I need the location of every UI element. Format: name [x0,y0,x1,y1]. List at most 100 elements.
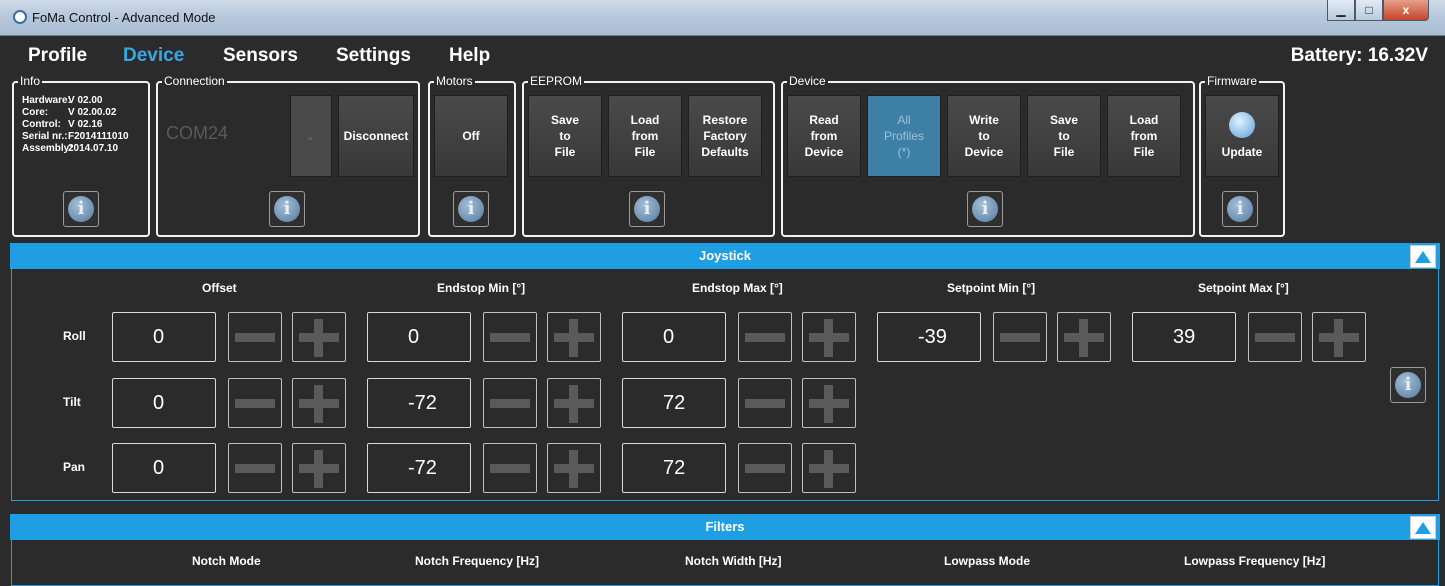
decrement-button[interactable] [483,378,537,428]
joystick-help-button[interactable]: i [1390,367,1426,403]
minus-icon [745,333,785,342]
minimize-button[interactable]: ▁ [1327,0,1355,21]
motors-toggle-button[interactable]: Off [434,95,508,177]
info-icon: i [1227,196,1253,222]
eeprom-group-title: EEPROM [528,74,585,88]
eeprom-help-button[interactable]: i [629,191,665,227]
main-frame: Profile Device Sensors Settings Help Bat… [10,37,1440,586]
increment-button[interactable] [547,312,601,362]
disconnect-button[interactable]: Disconnect [338,95,414,177]
port-dropdown-button[interactable]: ⌄ [290,95,332,177]
info-group-title: Info [18,74,43,88]
device-help-button[interactable]: i [967,191,1003,227]
plus-icon [314,319,323,357]
filters-section-header[interactable]: Filters [10,514,1440,540]
info-value: V 02.16 [68,119,103,130]
info-value: V 02.00 [68,95,103,106]
window-titlebar: FoMa Control - Advanced Mode ▁ □ x [0,0,1445,36]
increment-button[interactable] [1057,312,1111,362]
collapse-up-icon[interactable] [1410,516,1436,539]
joystick-column-header: Endstop Max [°] [692,281,783,295]
info-key: Control: [22,119,61,130]
firmware-update-button[interactable]: Update [1205,95,1279,177]
decrement-button[interactable] [228,312,282,362]
joystick-column-header: Setpoint Max [°] [1198,281,1289,295]
firmware-update-label: Update [1221,145,1263,159]
value-field[interactable]: 0 [367,312,471,362]
filters-panel: Notch Mode Notch Frequency [Hz] Notch Widt… [11,540,1439,586]
decrement-button[interactable] [228,443,282,493]
motors-group-title: Motors [434,74,475,88]
device-info-list: Hardware:V 02.00 Core: V 02.00.02 Control: V… [22,95,129,155]
device-load-button[interactable]: Load from File [1107,95,1181,177]
close-button[interactable]: x [1383,0,1429,21]
menu-device[interactable]: Device [123,45,184,67]
plus-icon [824,385,833,423]
decrement-button[interactable] [483,312,537,362]
value-field[interactable]: 0 [112,378,216,428]
menu-help[interactable]: Help [449,45,490,67]
value-field[interactable]: 0 [112,312,216,362]
decrement-button[interactable] [738,443,792,493]
increment-button[interactable] [292,312,346,362]
info-key: Hardware: [22,95,71,106]
value-field[interactable]: 72 [622,443,726,493]
plus-icon [314,450,323,488]
eeprom-restore-button[interactable]: Restore Factory Defaults [688,95,762,177]
all-profiles-button[interactable]: All Profiles (*) [867,95,941,177]
info-value: F2014111010 [68,131,129,142]
info-value: 2014.07.10 [68,143,119,154]
value-field[interactable]: 39 [1132,312,1236,362]
info-key: Core: [22,107,49,118]
port-select[interactable]: COM24 [166,123,228,144]
increment-button[interactable] [292,443,346,493]
minus-icon [235,333,275,342]
battery-status: Battery: 16.32V [1290,45,1428,66]
value-field[interactable]: -39 [877,312,981,362]
joystick-row-label: Roll [63,329,86,343]
menu-settings[interactable]: Settings [336,45,411,67]
increment-button[interactable] [802,443,856,493]
increment-button[interactable] [292,378,346,428]
device-group-title: Device [787,74,828,88]
info-icon: i [1395,372,1421,398]
connection-help-button[interactable]: i [269,191,305,227]
filters-column-header: Lowpass Mode [944,554,1031,568]
info-help-button[interactable]: i [63,191,99,227]
filters-column-header: Notch Frequency [Hz] [415,554,540,568]
menu-sensors[interactable]: Sensors [223,45,298,67]
maximize-button[interactable]: □ [1355,0,1383,21]
info-row: Hardware:V 02.00 [22,95,129,107]
increment-button[interactable] [802,378,856,428]
decrement-button[interactable] [483,443,537,493]
motors-help-button[interactable]: i [453,191,489,227]
decrement-button[interactable] [993,312,1047,362]
menu-profile[interactable]: Profile [28,45,87,67]
joystick-section-header[interactable]: Joystick [10,243,1440,269]
eeprom-load-button[interactable]: Load from File [608,95,682,177]
decrement-button[interactable] [738,312,792,362]
decrement-button[interactable] [1248,312,1302,362]
decrement-button[interactable] [738,378,792,428]
value-field[interactable]: -72 [367,443,471,493]
read-from-device-button[interactable]: Read from Device [787,95,861,177]
increment-button[interactable] [547,443,601,493]
write-to-device-button[interactable]: Write to Device [947,95,1021,177]
increment-button[interactable] [802,312,856,362]
joystick-section-title: Joystick [698,248,752,263]
device-save-button[interactable]: Save to File [1027,95,1101,177]
eeprom-save-button[interactable]: Save to File [528,95,602,177]
value-field[interactable]: 0 [622,312,726,362]
increment-button[interactable] [547,378,601,428]
joystick-panel: Offset Endstop Min [°] Endstop Max [°] Setp… [11,269,1439,501]
decrement-button[interactable] [228,378,282,428]
value-field[interactable]: -72 [367,378,471,428]
value-field[interactable]: 72 [622,378,726,428]
info-icon: i [634,196,660,222]
increment-button[interactable] [1312,312,1366,362]
value-field[interactable]: 0 [112,443,216,493]
firmware-help-button[interactable]: i [1222,191,1258,227]
collapse-up-icon[interactable] [1410,245,1436,268]
joystick-column-header: Setpoint Min [°] [947,281,1036,295]
filters-column-header: Lowpass Frequency [Hz] [1184,554,1326,568]
